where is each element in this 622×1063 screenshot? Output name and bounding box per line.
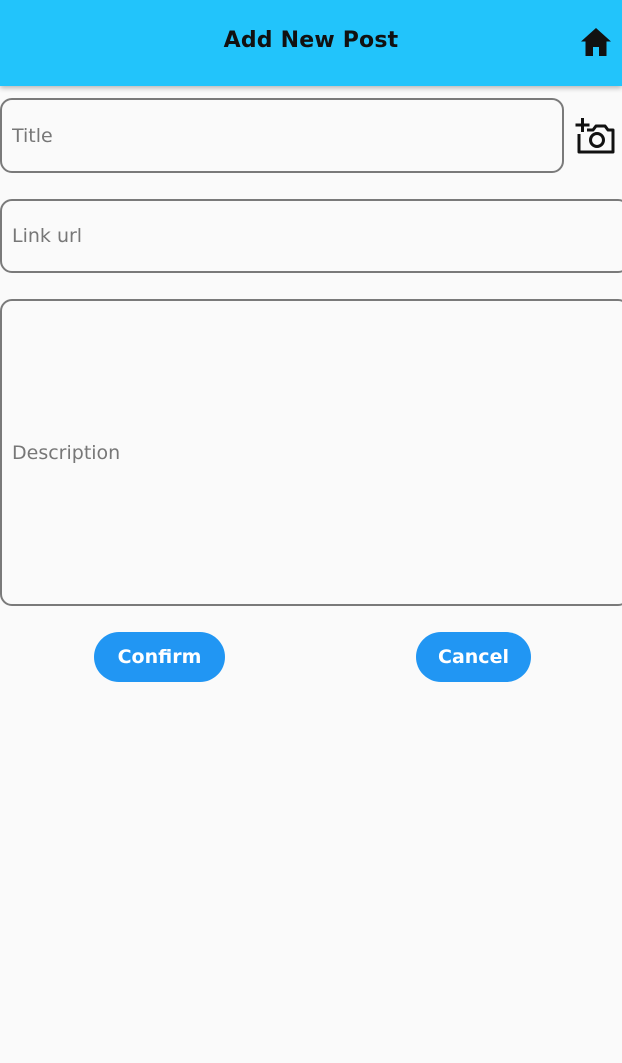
link-url-input[interactable]: [2, 201, 622, 271]
link-url-field[interactable]: [0, 199, 622, 273]
confirm-button[interactable]: Confirm: [94, 632, 225, 682]
description-field[interactable]: Description: [0, 299, 622, 606]
app-bar: Add New Post: [0, 0, 622, 86]
title-field[interactable]: [0, 98, 564, 173]
cancel-button[interactable]: Cancel: [416, 632, 531, 682]
page-title: Add New Post: [223, 28, 399, 53]
description-placeholder: Description: [12, 442, 121, 464]
home-button[interactable]: [580, 27, 612, 57]
add-a-photo-icon: [575, 118, 615, 154]
home-icon: [581, 28, 611, 56]
add-photo-button[interactable]: [575, 116, 615, 154]
title-input[interactable]: [2, 100, 562, 171]
